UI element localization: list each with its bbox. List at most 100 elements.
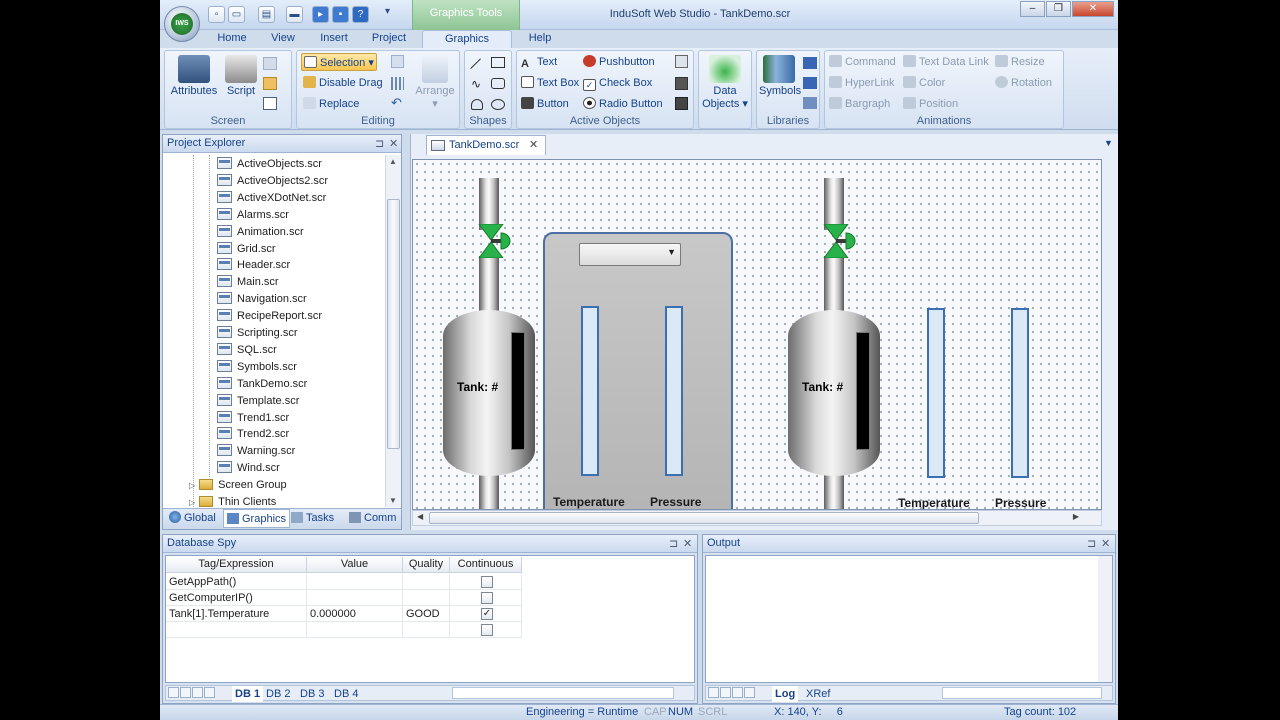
attributes-button[interactable]: Attributes — [168, 55, 220, 97]
canvas-horizontal-scrollbar[interactable]: ◀ ▶ — [412, 510, 1102, 526]
smart-message-icon[interactable] — [675, 97, 688, 110]
output-pin-icon[interactable]: ⊐ — [1087, 537, 1096, 550]
tank-2[interactable]: Tank: # — [788, 310, 880, 476]
application-menu-button[interactable]: IWS — [164, 6, 200, 42]
tree-item-file[interactable]: Animation.scr — [217, 224, 304, 241]
screen-canvas[interactable]: Tank: # ▼ Temperature Pressure Tank: # T… — [412, 159, 1102, 510]
folder-icon[interactable]: ▬ — [286, 6, 303, 23]
output-tab-log[interactable]: Log — [772, 686, 799, 702]
document-tab[interactable]: TankDemo.scr ✕ — [426, 135, 546, 155]
db-tab-4[interactable]: DB 4 — [334, 686, 358, 702]
tab-help[interactable]: Help — [522, 30, 558, 48]
expand-icon[interactable]: ▷ — [189, 498, 195, 507]
cell-value[interactable] — [307, 574, 403, 590]
bargraph-button[interactable]: Bargraph — [829, 95, 890, 113]
grid-object-icon[interactable] — [675, 77, 688, 90]
open-icon[interactable]: ▭ — [228, 6, 245, 23]
help-icon[interactable]: ? — [352, 6, 369, 23]
cell-value[interactable] — [307, 590, 403, 606]
run-icon[interactable]: ▸ — [312, 6, 329, 23]
output-nav-icons[interactable] — [708, 687, 756, 700]
color-button[interactable]: Color — [903, 74, 945, 92]
data-objects-button[interactable]: Data Objects ▾ — [701, 55, 749, 110]
tree-item-file[interactable]: Grid.scr — [217, 241, 276, 258]
rounded-rectangle-icon[interactable] — [491, 78, 505, 89]
tree-item-file[interactable]: ActiveXDotNet.scr — [217, 190, 326, 207]
tree-item-file[interactable]: RecipeReport.scr — [217, 308, 322, 325]
tree-item-file[interactable]: Trend1.scr — [217, 410, 289, 427]
list-box-icon[interactable] — [675, 55, 688, 68]
disable-drag-button[interactable]: Disable Drag — [303, 74, 383, 92]
column-header-quality[interactable]: Quality — [403, 557, 450, 573]
text-box-button[interactable]: Text Box — [521, 74, 579, 92]
continuous-checkbox[interactable] — [481, 624, 493, 636]
rotation-button[interactable]: Rotation — [995, 74, 1052, 92]
dbspy-close-icon[interactable]: ✕ — [683, 537, 692, 550]
position-button[interactable]: Position — [903, 95, 958, 113]
tree-item-file[interactable]: TankDemo.scr — [217, 376, 307, 393]
tab-home[interactable]: Home — [212, 30, 252, 48]
tree-item-file[interactable]: Header.scr — [217, 257, 290, 274]
check-box-button[interactable]: ✓ Check Box — [583, 74, 652, 92]
continuous-checkbox[interactable] — [481, 592, 493, 604]
button-button[interactable]: Button — [521, 95, 569, 113]
symbols-button[interactable]: Symbols — [759, 55, 801, 97]
library-icon[interactable] — [803, 97, 817, 109]
cell-tag[interactable]: GetAppPath() — [166, 574, 307, 590]
db-tab-3[interactable]: DB 3 — [300, 686, 324, 702]
db-tab-1[interactable]: DB 1 — [232, 686, 264, 702]
qat-customize-icon[interactable]: ▾ — [385, 6, 390, 17]
activex-icon[interactable] — [803, 77, 817, 89]
tab-insert[interactable]: Insert — [314, 30, 354, 48]
column-header-value[interactable]: Value — [307, 557, 403, 573]
dbspy-pin-icon[interactable]: ⊐ — [669, 537, 678, 550]
pushbutton-button[interactable]: Pushbutton — [583, 53, 655, 71]
text-button[interactable]: A Text — [521, 53, 557, 71]
cell-quality[interactable] — [403, 590, 450, 606]
output-hscroll[interactable] — [942, 687, 1102, 699]
tree-item-file[interactable]: Wind.scr — [217, 460, 280, 477]
new-icon[interactable]: ▫ — [208, 6, 225, 23]
tab-graphics[interactable]: Graphics — [422, 30, 512, 48]
tree-item-file[interactable]: Alarms.scr — [217, 207, 289, 224]
output-close-icon[interactable]: ✕ — [1101, 537, 1110, 550]
polygon-shape-icon[interactable] — [471, 99, 483, 110]
tab-project[interactable]: Project — [366, 30, 412, 48]
document-tab-close-icon[interactable]: ✕ — [529, 136, 538, 155]
cell-value[interactable]: 0.000000 — [307, 606, 403, 622]
tab-graphics-explorer[interactable]: Graphics — [223, 509, 291, 528]
line-shape-icon[interactable] — [461, 49, 481, 69]
dotnet-icon[interactable] — [803, 57, 817, 69]
radio-button-button[interactable]: Radio Button — [583, 95, 663, 113]
valve-1-icon[interactable] — [473, 224, 513, 258]
replace-button[interactable]: Replace — [303, 95, 359, 113]
tree-item-file[interactable]: Symbols.scr — [217, 359, 297, 376]
tab-list-chevron-icon[interactable]: ▼ — [1104, 138, 1113, 148]
selection-button[interactable]: Selection ▾ — [301, 53, 377, 71]
close-button[interactable]: ✕ — [1072, 1, 1114, 17]
thin-client-icon[interactable]: ▪ — [332, 6, 349, 23]
output-log-area[interactable] — [705, 555, 1113, 683]
tree-item-file[interactable]: Trend2.scr — [217, 426, 289, 443]
tab-view[interactable]: View — [264, 30, 302, 48]
db-nav-icons[interactable] — [168, 687, 216, 700]
tree-item-file[interactable]: SQL.scr — [217, 342, 277, 359]
text-data-link-button[interactable]: Text Data Link — [903, 53, 989, 71]
screen-option-icon[interactable] — [263, 57, 277, 70]
tree-item-file[interactable]: Warning.scr — [217, 443, 295, 460]
resize-button[interactable]: Resize — [995, 53, 1045, 71]
cell-tag[interactable]: GetComputerIP() — [166, 590, 307, 606]
output-tab-xref[interactable]: XRef — [806, 686, 830, 702]
save-all-icon[interactable]: ▤ — [258, 6, 275, 23]
command-button[interactable]: Command — [829, 53, 896, 71]
polyline-shape-icon[interactable]: ∿ — [471, 77, 481, 91]
tree-item-file[interactable]: ActiveObjects.scr — [217, 156, 322, 173]
explorer-scrollbar[interactable]: ▲ ▼ — [385, 155, 401, 507]
cell-quality[interactable] — [403, 622, 450, 638]
column-header-tag[interactable]: Tag/Expression — [166, 557, 307, 573]
tab-tasks[interactable]: Tasks — [289, 509, 334, 528]
tree-item-file[interactable]: Navigation.scr — [217, 291, 307, 308]
db-hscroll[interactable] — [452, 687, 674, 699]
tree-item-file[interactable]: ActiveObjects2.scr — [217, 173, 328, 190]
explorer-scroll-thumb[interactable] — [387, 199, 400, 449]
